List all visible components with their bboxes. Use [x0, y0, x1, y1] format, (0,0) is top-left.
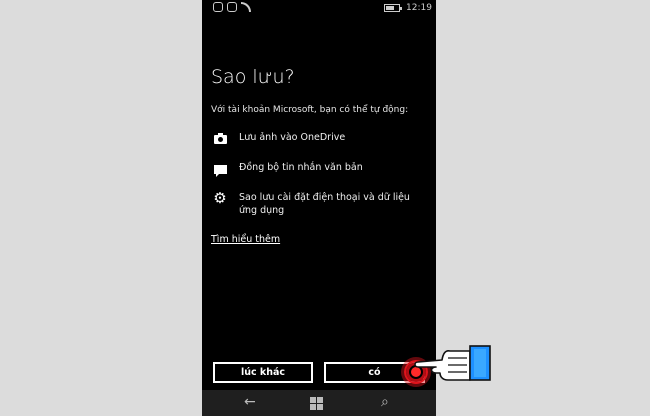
pointing-hand-icon — [414, 345, 491, 381]
search-icon[interactable]: ⌕ — [381, 394, 389, 410]
windows-logo-icon[interactable] — [310, 397, 323, 410]
battery-fill — [386, 6, 395, 10]
later-button[interactable]: lúc khác — [213, 362, 313, 383]
navigation-bar: ← ⌕ — [202, 390, 436, 416]
feature-label: Đồng bộ tin nhắn văn bản — [239, 162, 363, 173]
camera-icon — [211, 131, 229, 145]
status-time: 12:19 — [406, 3, 432, 13]
feature-item-onedrive: Lưu ảnh vào OneDrive — [211, 131, 431, 145]
gear-icon: ⚙ — [213, 189, 227, 207]
back-arrow-icon[interactable]: ← — [244, 394, 256, 410]
phone-screen: 12:19 Sao lưu? Với tài khoản Microsoft, … — [202, 0, 436, 416]
feature-item-settings: ⚙ Sao lưu cài đặt điện thoại và dữ liệu … — [211, 191, 431, 217]
dialog-subtitle: Với tài khoản Microsoft, bạn có thể tự đ… — [211, 105, 409, 115]
message-icon — [211, 161, 229, 177]
wifi-icon — [241, 2, 251, 12]
feature-item-messages: Đồng bộ tin nhắn văn bản — [211, 161, 431, 177]
dialog-title: Sao lưu? — [211, 66, 295, 88]
status-bar: 12:19 — [202, 0, 436, 18]
feature-label: Lưu ảnh vào OneDrive — [239, 132, 346, 143]
notification-icon — [227, 2, 237, 12]
status-icons — [213, 2, 251, 12]
feature-label: Sao lưu cài đặt điện thoại và dữ liệu ứn… — [239, 192, 410, 216]
battery-icon — [384, 4, 402, 12]
learn-more-link[interactable]: Tìm hiểu thêm — [211, 234, 280, 245]
notification-icon — [213, 2, 223, 12]
